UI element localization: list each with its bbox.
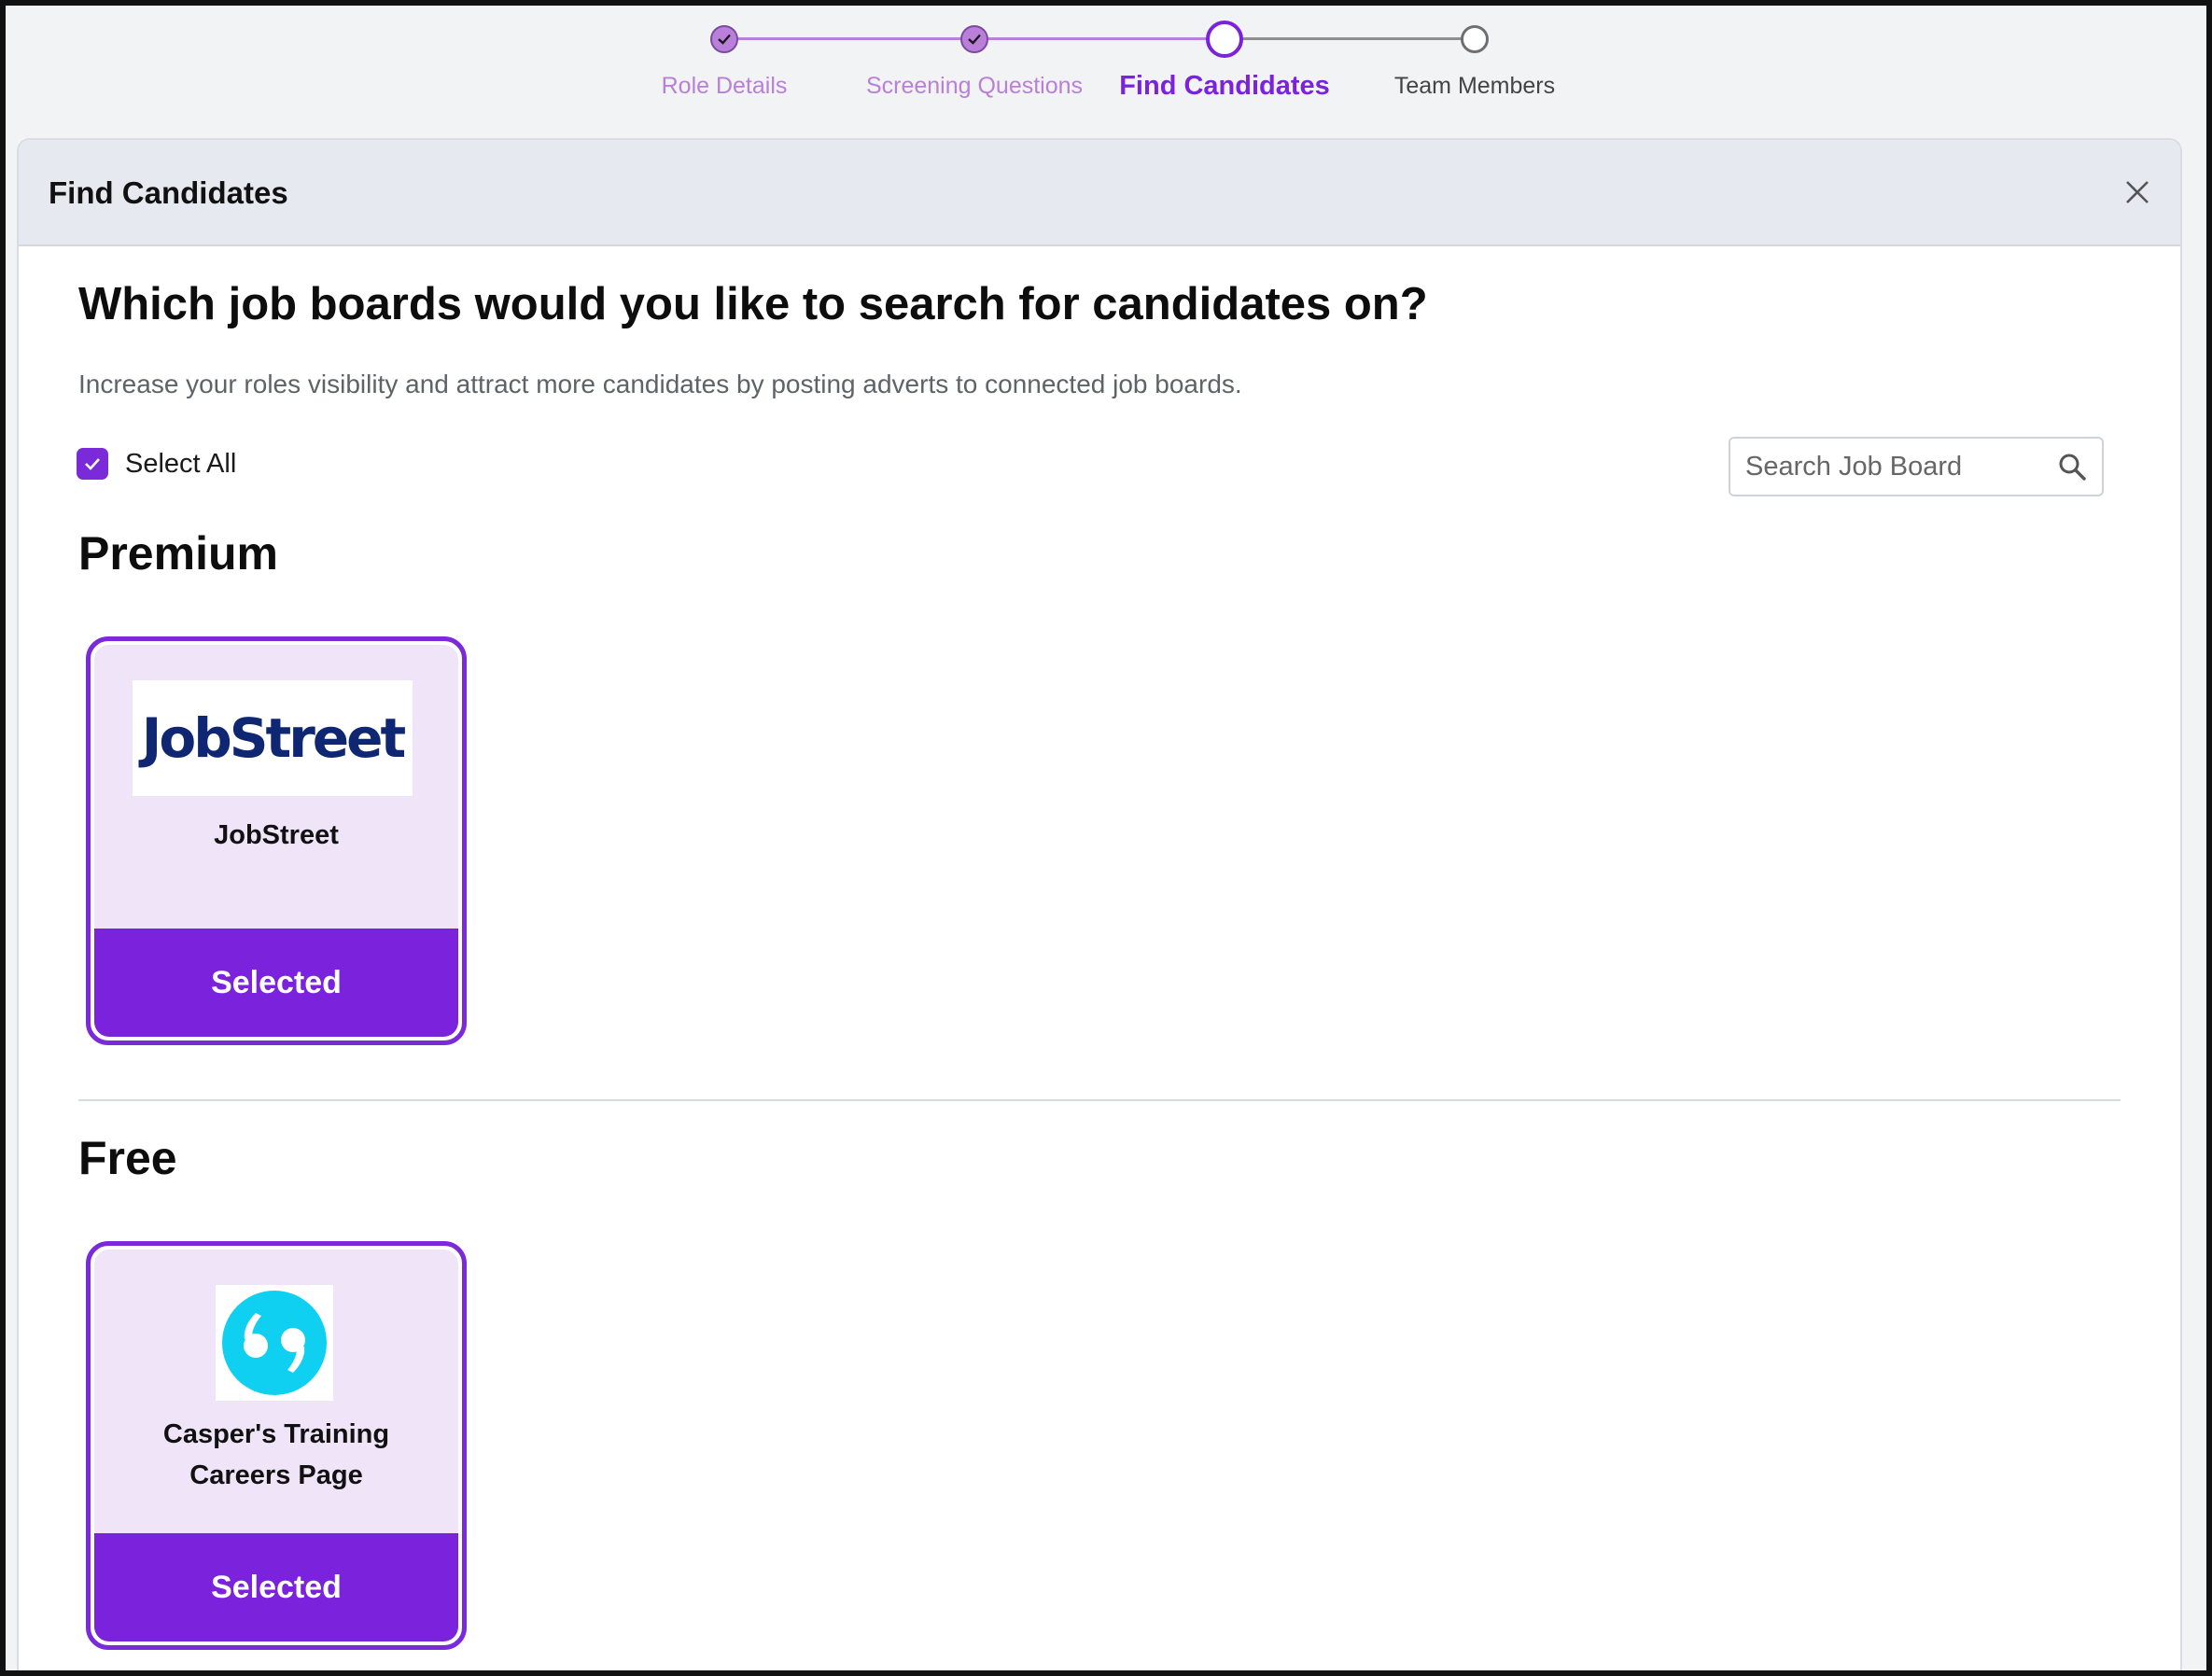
selected-button[interactable]: Selected [94,929,458,1037]
selected-button[interactable]: Selected [94,1533,458,1641]
page-question: Which job boards would you like to searc… [78,279,1428,329]
search-icon[interactable] [2057,452,2087,482]
step-label-screening-questions[interactable]: Screening Questions [866,73,1083,100]
search-job-board[interactable] [1729,437,2104,496]
board-name: Casper's Training Careers Page [94,1414,458,1496]
select-all-label: Select All [125,448,237,479]
casper-logo [216,1285,333,1401]
step-label-find-candidates[interactable]: Find Candidates [1119,71,1330,102]
section-heading-free: Free [78,1132,177,1184]
panel-header: Find Candidates [19,140,2180,246]
board-name: JobStreet [214,820,339,850]
job-board-card-jobstreet[interactable]: JobStreet JobStreet Selected [86,636,467,1045]
jobstreet-logo-text: JobStreet [141,706,406,770]
step-connector [724,37,974,40]
select-all-checkbox[interactable]: Select All [77,448,236,480]
page-subtitle: Increase your roles visibility and attra… [78,370,1242,398]
jobstreet-logo: JobStreet [133,680,413,796]
step-label-team-members[interactable]: Team Members [1394,73,1555,100]
step-connector [1225,37,1475,40]
close-icon[interactable] [2119,174,2156,211]
section-divider [78,1099,2121,1101]
step-completed-icon[interactable] [960,25,988,53]
checkbox-checked-icon[interactable] [77,448,108,480]
step-active-icon[interactable] [1206,21,1243,58]
job-board-card-casper[interactable]: Casper's Training Careers Page Selected [86,1241,467,1650]
step-connector [974,37,1225,40]
progress-stepper: Role Details Screening Questions Find Ca… [0,0,2212,138]
board-name-line2: Careers Page [189,1460,363,1490]
step-pending-icon[interactable] [1461,25,1489,53]
casper-logo-icon [222,1291,327,1395]
step-completed-icon[interactable] [710,25,738,53]
step-label-role-details[interactable]: Role Details [662,73,788,100]
panel-title: Find Candidates [49,175,288,210]
section-heading-premium: Premium [78,527,278,580]
search-input[interactable] [1745,439,2044,495]
board-name-line1: Casper's Training [162,1419,390,1449]
find-candidates-panel: Find Candidates Which job boards would y… [17,138,2182,1676]
